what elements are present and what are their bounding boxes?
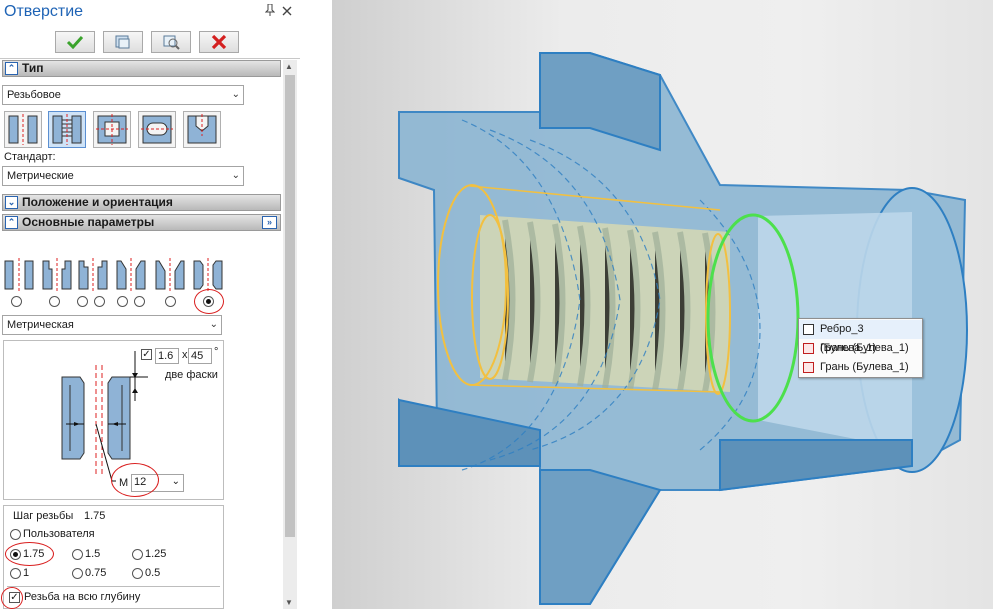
pitch-option-label: 1.25 [145, 548, 167, 560]
section-type-label: Тип [22, 61, 44, 75]
section-position-label: Положение и ориентация [22, 195, 173, 209]
pitch-radio-0-75[interactable] [72, 568, 83, 579]
context-menu-item-face[interactable]: Грань (Булева_1) [799, 339, 922, 358]
profile-counterbore-icon [42, 258, 72, 291]
scroll-thumb[interactable] [285, 75, 295, 537]
preview-zoom-button[interactable] [151, 31, 191, 53]
threaded-hole-icon [52, 114, 82, 145]
chevron-down-icon: ⌄ [231, 89, 240, 100]
simple-hole-icon [8, 114, 38, 145]
selection-context-menu: Ребро_3 (Булева_1) Грань (Булева_1) Гран… [798, 318, 923, 378]
thread-type-value: Метрическая [7, 319, 74, 331]
pitch-option-label: 1.5 [85, 548, 101, 560]
profile-counterbore-two-icon [78, 258, 108, 291]
cross-icon [211, 34, 227, 50]
profile-plain-icon [4, 258, 34, 291]
collapse-icon[interactable]: ⌃ [5, 62, 18, 75]
chevron-down-icon: ⌄ [231, 170, 240, 181]
3d-viewport[interactable]: Ребро_3 (Булева_1) Грань (Булева_1) Гран… [332, 0, 993, 609]
full-depth-label: Резьба на всю глубину [24, 591, 141, 603]
preview-button[interactable] [103, 31, 143, 53]
ok-button[interactable] [55, 31, 95, 53]
profile-radio-6[interactable] [134, 296, 145, 307]
hole-type-blind-button[interactable] [183, 111, 221, 148]
pitch-option-label: 0.75 [85, 567, 107, 579]
section-main-params-label: Основные параметры [22, 215, 155, 229]
scroll-up-icon[interactable]: ▲ [285, 62, 293, 71]
pin-icon[interactable] [264, 3, 276, 19]
pitch-radio-1[interactable] [10, 568, 21, 579]
context-menu-item-face[interactable]: Грань (Булева_1) [799, 358, 922, 377]
profile-double-chamfer-icon [193, 258, 223, 291]
expand-icon[interactable]: ⌄ [5, 196, 18, 209]
divider [0, 58, 300, 59]
hole-type-select[interactable]: Резьбовое ⌄ [2, 85, 244, 105]
hole-type-simple-button[interactable] [4, 111, 42, 148]
context-menu-item-label: Грань (Булева_1) [820, 342, 909, 354]
pitch-option-label: Пользователя [23, 528, 95, 540]
chamfer-checkbox[interactable]: ✓ [141, 349, 152, 360]
face-icon [803, 343, 814, 354]
pitch-option-label: 1 [23, 567, 30, 579]
face-icon [803, 362, 814, 373]
edge-icon [803, 324, 814, 335]
profile-radio-3[interactable] [77, 296, 88, 307]
profile-radio-5[interactable] [117, 296, 128, 307]
hole-diagram: ✓ 1.6 x 45 ° две фаски M 12 ⌄ [3, 340, 224, 500]
chamfer-caption: две фаски [165, 369, 218, 381]
annotation-ellipse [1, 587, 23, 609]
chamfer-length-input[interactable]: 1.6 [155, 348, 179, 364]
annotation-ellipse [111, 463, 159, 497]
hole-property-panel: Отверстие ⌃ Тип Резьбовое ⌄ Стандарт: Ме… [0, 0, 300, 609]
chevron-down-icon: ⌄ [209, 319, 218, 330]
context-menu-item-edge[interactable]: Ребро_3 (Булева_1) [799, 320, 922, 354]
scroll-down-icon[interactable]: ▼ [285, 598, 293, 607]
profile-radio-2[interactable] [49, 296, 60, 307]
slot-hole-icon [141, 115, 173, 144]
preview-zoom-icon [163, 35, 180, 50]
section-position[interactable]: ⌄ Положение и ориентация [2, 194, 281, 211]
pitch-radio-1-25[interactable] [132, 549, 143, 560]
profile-radio-1[interactable] [11, 296, 22, 307]
preview-icon [115, 35, 130, 49]
pitch-radio-1-5[interactable] [72, 549, 83, 560]
section-main-params[interactable]: ⌃ Основные параметры » [2, 214, 281, 231]
check-icon [66, 35, 84, 49]
context-menu-item-label: Грань (Булева_1) [820, 361, 909, 373]
annotation-ellipse [5, 542, 54, 566]
pitch-title: Шаг резьбы [13, 510, 74, 522]
pitch-radio-0-5[interactable] [132, 568, 143, 579]
profile-countersink-two-icon [155, 258, 185, 291]
chevron-down-icon: ⌄ [171, 476, 180, 487]
more-options-icon[interactable]: » [262, 216, 277, 229]
pitch-option-label: 0.5 [145, 567, 161, 579]
annotation-ellipse [194, 289, 224, 314]
profile-radio-7[interactable] [165, 296, 176, 307]
square-hole-icon [96, 114, 128, 145]
profile-countersink-icon [116, 258, 146, 291]
chamfer-angle-input[interactable]: 45 [188, 348, 212, 364]
panel-scrollbar[interactable]: ▲ ▼ [283, 60, 297, 609]
pitch-radio-custom[interactable] [10, 529, 21, 540]
profile-radio-4[interactable] [94, 296, 105, 307]
panel-title: Отверстие [4, 3, 84, 20]
pitch-value: 1.75 [84, 510, 106, 522]
hole-type-value: Резьбовое [7, 89, 61, 101]
cancel-button[interactable] [199, 31, 239, 53]
standard-label: Стандарт: [4, 151, 56, 163]
blind-hole-icon [187, 114, 217, 144]
collapse-icon[interactable]: ⌃ [5, 216, 18, 229]
close-icon[interactable] [282, 4, 292, 19]
chamfer-x-label: x [182, 349, 188, 361]
threaded-part-model[interactable] [332, 0, 993, 609]
standard-select[interactable]: Метрические ⌄ [2, 166, 244, 186]
hole-type-slot-button[interactable] [138, 111, 176, 148]
divider [7, 586, 220, 587]
hole-type-counterbore-button[interactable] [93, 111, 131, 148]
chamfer-degree-label: ° [214, 346, 219, 358]
section-type[interactable]: ⌃ Тип [2, 60, 281, 77]
thread-type-select[interactable]: Метрическая ⌄ [2, 315, 222, 335]
standard-value: Метрические [7, 170, 74, 182]
hole-type-threaded-button[interactable] [48, 111, 86, 148]
